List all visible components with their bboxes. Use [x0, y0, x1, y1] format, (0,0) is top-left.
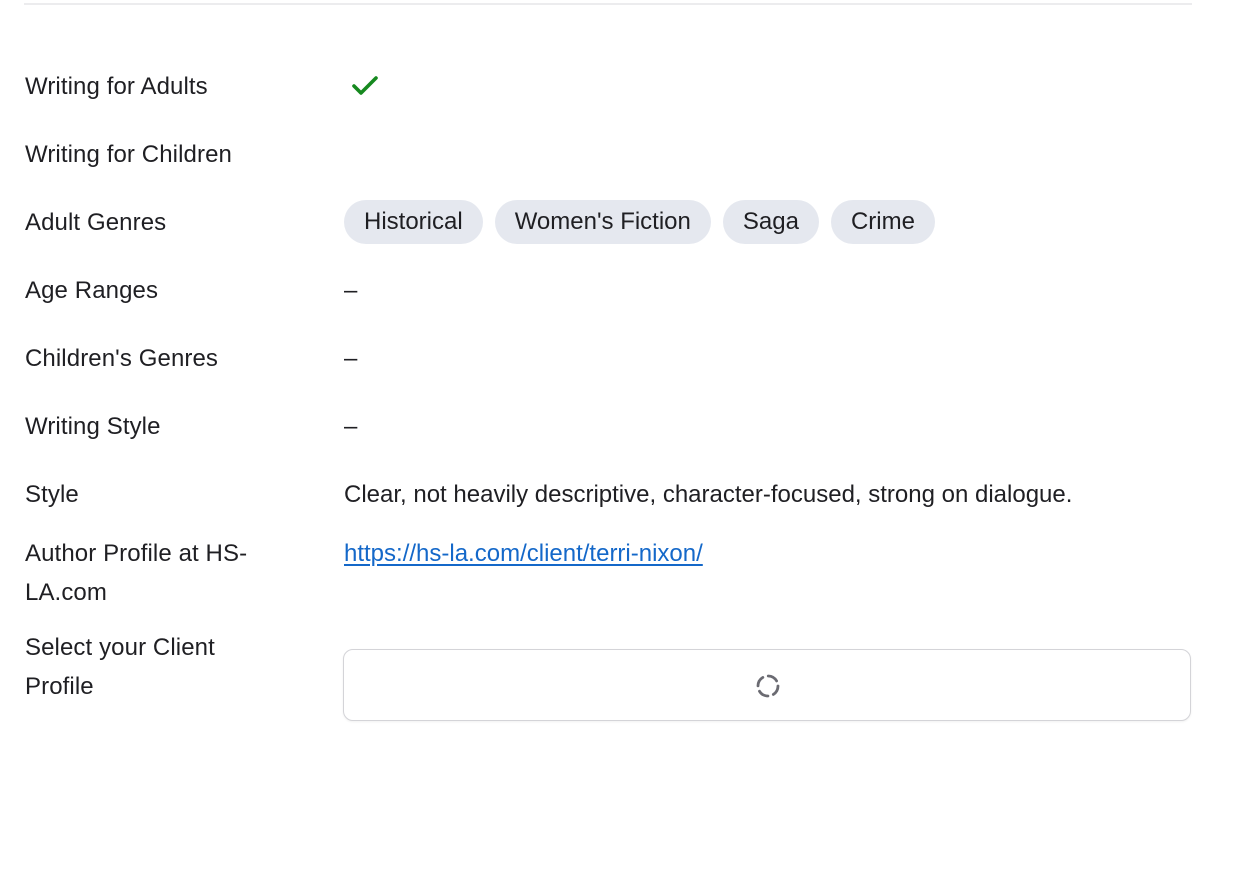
row-style: Style Clear, not heavily descriptive, ch… — [25, 460, 1195, 528]
top-divider — [24, 3, 1192, 5]
row-childrens-genres: Children's Genres – — [25, 324, 1195, 392]
row-writing-for-adults: Writing for Adults — [25, 62, 1195, 120]
style-value: Clear, not heavily descriptive, characte… — [344, 480, 1073, 508]
adult-genres-label: Adult Genres — [25, 208, 167, 236]
age-ranges-value: – — [344, 266, 1195, 314]
client-profile-select[interactable] — [343, 649, 1191, 721]
age-ranges-label: Age Ranges — [25, 276, 159, 304]
row-author-profile: Author Profile at HS-LA.com https://hs-l… — [25, 528, 1195, 622]
author-profile-value: https://hs-la.com/client/terri-nixon/ — [344, 534, 1195, 582]
adult-genres-value: Historical Women's Fiction Saga Crime — [344, 198, 1195, 246]
writing-for-children-label: Writing for Children — [25, 140, 232, 168]
check-icon — [348, 69, 382, 103]
author-profile-link[interactable]: https://hs-la.com/client/terri-nixon/ — [344, 540, 703, 567]
empty-value-dash: – — [344, 344, 358, 372]
row-age-ranges: Age Ranges – — [25, 256, 1195, 324]
writing-style-label: Writing Style — [25, 412, 161, 440]
genre-tag: Saga — [722, 200, 819, 244]
childrens-genres-label: Children's Genres — [25, 344, 219, 372]
writing-for-adults-value — [344, 62, 1195, 110]
style-label: Style — [25, 480, 79, 508]
details-list: Writing for Adults Writing for Children … — [25, 62, 1195, 716]
row-writing-for-children: Writing for Children — [25, 120, 1195, 188]
genre-tag: Historical — [344, 200, 483, 244]
genre-tag-list: Historical Women's Fiction Saga Crime — [344, 198, 935, 246]
writing-for-adults-label: Writing for Adults — [25, 72, 208, 100]
empty-value-dash: – — [344, 276, 358, 304]
genre-tag: Crime — [830, 200, 935, 244]
empty-value-dash: – — [344, 412, 358, 440]
author-profile-label: Author Profile at HS-LA.com — [25, 540, 248, 606]
row-writing-style: Writing Style – — [25, 392, 1195, 460]
genre-tag: Women's Fiction — [494, 200, 711, 244]
writing-style-value: – — [344, 402, 1195, 450]
writing-for-children-value — [344, 130, 1195, 178]
childrens-genres-value: – — [344, 334, 1195, 382]
loading-spinner-icon — [755, 673, 781, 699]
row-adult-genres: Adult Genres Historical Women's Fiction … — [25, 188, 1195, 256]
client-profile-label: Select your Client Profile — [25, 634, 215, 700]
